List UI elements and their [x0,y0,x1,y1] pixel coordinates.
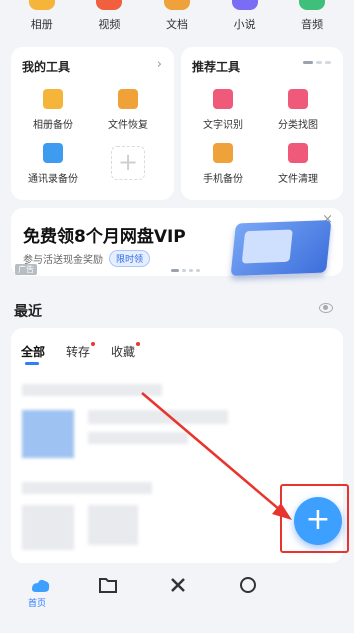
upload-fab-button[interactable]: + [294,497,342,545]
profile-icon[interactable] [236,573,260,597]
bottom-nav [0,563,354,633]
home-icon[interactable] [28,573,52,597]
files-icon[interactable] [96,573,120,597]
share-icon[interactable] [166,573,190,597]
home-label[interactable]: 首页 [28,596,46,609]
